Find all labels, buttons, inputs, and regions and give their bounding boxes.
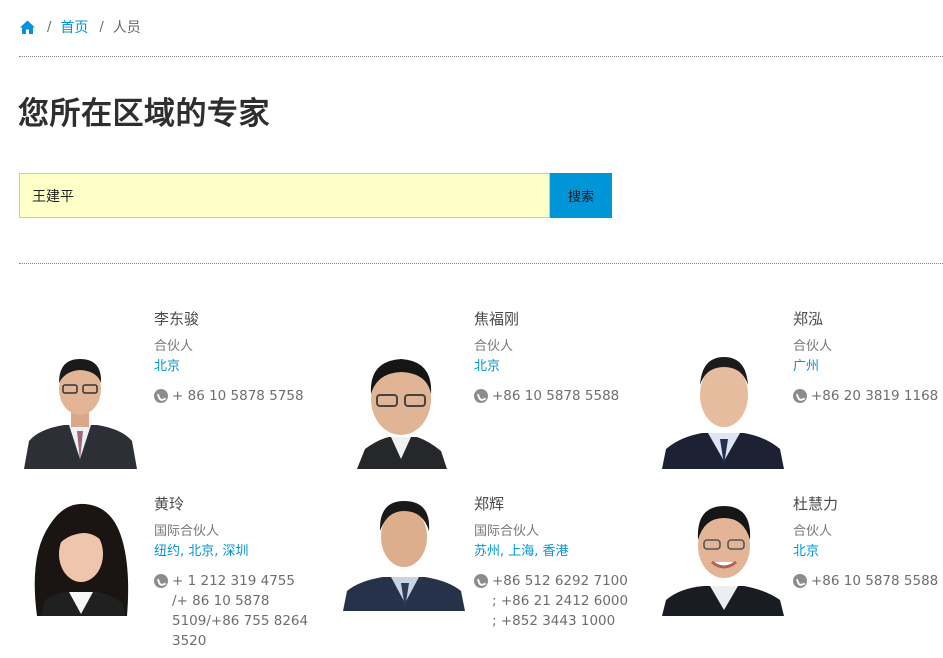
phone-number[interactable]: +86 512 6292 7100 ; +86 21 2412 6000 ; +… (492, 573, 628, 629)
phone-number[interactable]: + 1 212 319 4755 /+ 86 10 5878 5109/+86 … (172, 573, 308, 649)
person-photo[interactable] (662, 496, 785, 616)
person-title: 合伙人 (154, 339, 194, 354)
phone-icon (474, 389, 488, 403)
person-phone: +86 10 5878 5588 (474, 386, 634, 406)
person-phone: +86 512 6292 7100 ; +86 21 2412 6000 ; +… (474, 571, 634, 631)
person-photo[interactable] (343, 491, 466, 611)
page-title: 您所在区域的专家 (18, 96, 270, 132)
person-name[interactable]: 郑泓 (793, 309, 943, 329)
phone-icon (793, 574, 807, 588)
person-name[interactable]: 杜慧力 (793, 494, 943, 514)
person-phone: + 1 212 319 4755 /+ 86 10 5878 5109/+86 … (154, 571, 314, 651)
person-card: 焦福刚 合伙人 北京 +86 10 5878 5588 (339, 309, 639, 469)
person-card: 郑泓 合伙人 广州 +86 20 3819 1168 (658, 309, 943, 469)
divider (19, 56, 943, 57)
phone-number[interactable]: +86 10 5878 5588 (492, 388, 619, 404)
person-card: 杜慧力 合伙人 北京 +86 10 5878 5588 (658, 494, 943, 654)
breadcrumb-home-link[interactable]: 首页 (60, 17, 88, 37)
person-phone: +86 10 5878 5588 (793, 571, 943, 591)
home-icon[interactable] (19, 19, 36, 36)
person-offices[interactable]: 北京 (793, 542, 943, 562)
person-phone: +86 20 3819 1168 (793, 386, 943, 406)
person-title: 国际合伙人 (474, 524, 540, 539)
person-phone: + 86 10 5878 5758 (154, 386, 314, 406)
phone-icon (154, 574, 168, 588)
person-title: 合伙人 (793, 339, 833, 354)
breadcrumb-current: 人员 (112, 20, 141, 36)
breadcrumb-separator: / (47, 19, 52, 35)
divider (19, 263, 943, 264)
person-card: 李东骏 合伙人 北京 + 86 10 5878 5758 (19, 309, 319, 469)
person-card: 郑辉 国际合伙人 苏州, 上海, 香港 +86 512 6292 7100 ; … (339, 491, 639, 654)
person-title: 合伙人 (793, 524, 833, 539)
phone-icon (793, 389, 807, 403)
person-photo[interactable] (19, 349, 142, 469)
person-card: 黄玲 国际合伙人 纽约, 北京, 深圳 + 1 212 319 4755 /+ … (19, 494, 319, 654)
search-input[interactable] (19, 173, 550, 218)
breadcrumb: / 首页 / 人员 (19, 16, 141, 38)
breadcrumb-separator: / (99, 19, 104, 35)
person-name[interactable]: 李东骏 (154, 309, 314, 329)
person-photo[interactable] (339, 349, 462, 469)
person-name[interactable]: 黄玲 (154, 494, 314, 514)
search-button[interactable]: 搜索 (550, 173, 612, 218)
phone-number[interactable]: + 86 10 5878 5758 (172, 388, 304, 404)
person-photo[interactable] (19, 496, 142, 616)
person-name[interactable]: 郑辉 (474, 494, 634, 514)
search-form: 搜索 (19, 173, 612, 218)
phone-number[interactable]: +86 10 5878 5588 (811, 573, 938, 589)
person-title: 国际合伙人 (154, 524, 220, 539)
person-offices[interactable]: 北京 (154, 357, 314, 377)
person-offices[interactable]: 广州 (793, 357, 943, 377)
person-offices[interactable]: 北京 (474, 357, 634, 377)
phone-number[interactable]: +86 20 3819 1168 (811, 388, 938, 404)
person-photo[interactable] (662, 349, 785, 469)
person-offices[interactable]: 纽约, 北京, 深圳 (154, 542, 314, 562)
phone-icon (474, 574, 488, 588)
person-name[interactable]: 焦福刚 (474, 309, 634, 329)
person-title: 合伙人 (474, 339, 514, 354)
person-offices[interactable]: 苏州, 上海, 香港 (474, 542, 634, 562)
phone-icon (154, 389, 168, 403)
